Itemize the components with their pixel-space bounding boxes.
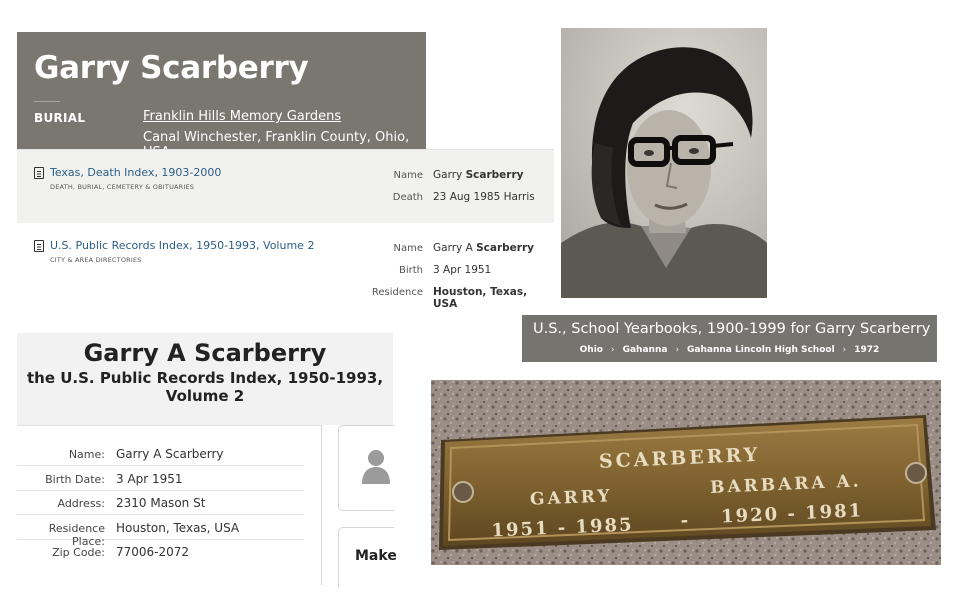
record-collection-title: the U.S. Public Records Index, 1950-1993… [26,369,384,405]
record-details-panel: Name: Garry A Scarberry Birth Date: 3 Ap… [17,425,322,585]
make-card[interactable]: Make [338,527,397,587]
document-icon [34,167,44,179]
record-row: Zip Code: 77006-2072 [17,540,304,564]
result-title-link[interactable]: Texas, Death Index, 1903-2000 [50,166,221,179]
field-label: Residence [371,287,423,298]
chevron-right-icon: › [842,345,847,355]
document-icon [34,240,44,252]
record-value: 3 Apr 1951 [116,472,183,486]
search-results: Texas, Death Index, 1903-2000 DEATH, BUR… [17,149,554,311]
record-label: Address: [57,497,105,510]
field-value: 3 Apr 1951 [433,264,492,276]
field-value: Garry A Scarberry [433,242,534,254]
record-label: Zip Code: [52,546,105,559]
record-label: Name: [68,448,105,461]
field-label: Name [393,170,423,181]
make-button-label: Make [355,548,397,564]
grave-marker-photo: SCARBERRY GARRY BARBARA A. 1951 - 1985 -… [431,380,941,565]
record-row: Residence Place: Houston, Texas, USA [17,516,304,548]
result-title-link[interactable]: U.S. Public Records Index, 1950-1993, Vo… [50,239,314,252]
breadcrumb: Ohio › Gahanna › Gahanna Lincoln High School… [522,345,937,355]
result-category: DEATH, BURIAL, CEMETERY & OBITUARIES [50,183,195,191]
record-row: Address: 2310 Mason St [17,491,304,515]
field-label: Name [393,243,423,254]
record-value: 2310 Mason St [116,496,206,510]
result-row[interactable]: U.S. Public Records Index, 1950-1993, Vo… [17,223,554,311]
record-value: Houston, Texas, USA [116,521,240,535]
yearbook-title: U.S., School Yearbooks, 1900-1999 for Ga… [533,321,931,337]
yearbook-photo [561,28,767,298]
person-card[interactable] [338,425,394,511]
breadcrumb-item[interactable]: Ohio [580,345,603,355]
breadcrumb-item[interactable]: 1972 [854,345,879,355]
chevron-right-icon: › [675,345,680,355]
field-label: Death [392,192,423,203]
memorial-header: Garry Scarberry BURIAL Franklin Hills Me… [17,32,426,160]
result-category: CITY & AREA DIRECTORIES [50,256,142,264]
yearbook-banner: U.S., School Yearbooks, 1900-1999 for Ga… [522,315,937,362]
burial-label: BURIAL [34,111,86,125]
record-row: Name: Garry A Scarberry [17,442,304,466]
record-label: Birth Date: [45,473,105,486]
breadcrumb-item[interactable]: Gahanna Lincoln High School [687,345,835,355]
marker-left-name: GARRY [530,486,613,510]
result-row[interactable]: Texas, Death Index, 1903-2000 DEATH, BUR… [17,149,554,223]
marker-dash: - [680,510,688,531]
chevron-right-icon: › [610,345,615,355]
field-value: 23 Aug 1985 Harris [433,191,535,203]
header-divider [34,101,60,102]
record-value: Garry A Scarberry [116,447,224,461]
record-value: 77006-2072 [116,545,190,559]
field-label: Birth [398,265,423,276]
memorial-name: Garry Scarberry [34,50,309,86]
record-row: Birth Date: 3 Apr 1951 [17,467,304,491]
record-header: Garry A Scarberry the U.S. Public Record… [17,333,393,425]
record-person-name: Garry A Scarberry [83,339,327,367]
cemetery-link[interactable]: Franklin Hills Memory Gardens [143,109,341,124]
field-value: Garry Scarberry [433,169,524,181]
field-value: Houston, Texas, USA [433,286,528,310]
breadcrumb-item[interactable]: Gahanna [623,345,668,355]
person-silhouette-icon [362,450,390,484]
